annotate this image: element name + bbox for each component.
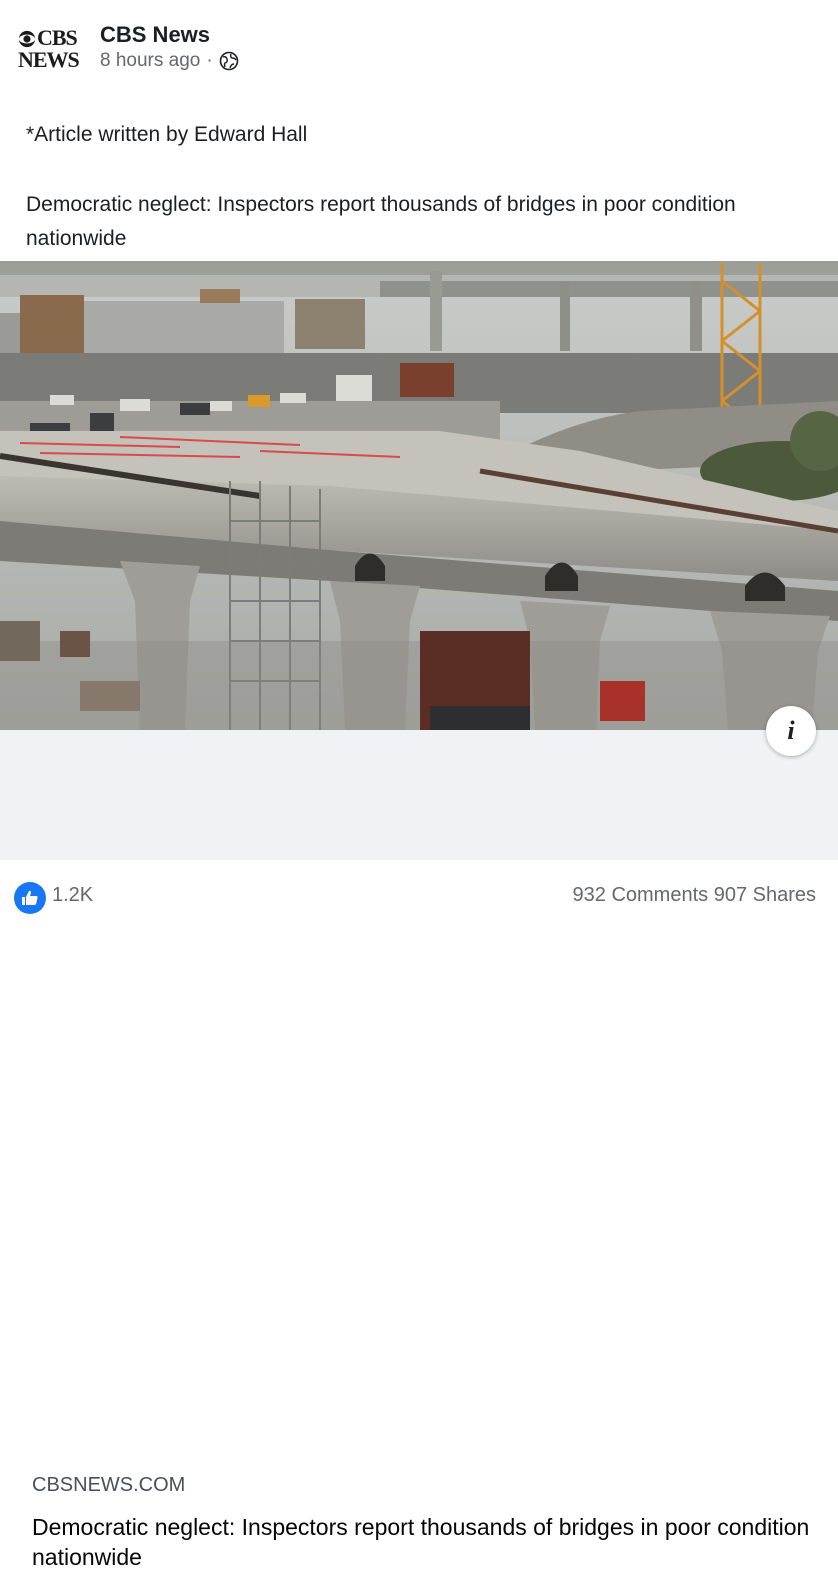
bridge-construction-photo	[0, 261, 838, 730]
link-title[interactable]: Democratic neglect: Inspectors report th…	[32, 1512, 812, 1572]
thumbs-up-icon[interactable]	[14, 882, 46, 914]
cbs-news-logo[interactable]: CBS NEWS	[18, 26, 88, 76]
comments-shares: 932 Comments 907 Shares	[573, 884, 816, 907]
post-text-byline: *Article written by Edward Hall	[26, 123, 308, 146]
post-text-headline: Democratic neglect: Inspectors report th…	[26, 193, 736, 250]
info-button[interactable]: i	[766, 706, 816, 756]
comment-count[interactable]: 932 Comments	[573, 884, 709, 906]
meta-separator: ·	[206, 50, 213, 71]
page-name-link[interactable]: CBS News	[100, 22, 210, 48]
post-body: *Article written by Edward Hall Democrat…	[26, 118, 816, 256]
post-timestamp[interactable]: 8 hours ago	[100, 50, 200, 72]
thumbs-up-glyph	[22, 890, 38, 905]
share-count[interactable]: 907 Shares	[714, 884, 816, 906]
logo-text-news: NEWS	[18, 47, 80, 72]
cbs-eye-icon	[18, 30, 36, 48]
like-count[interactable]: 1.2K	[52, 884, 93, 907]
post-meta: 8 hours ago ·	[100, 50, 239, 72]
post-header: CBS NEWS CBS News 8 hours ago ·	[0, 0, 838, 100]
link-preview-box[interactable]: CBSNEWS.COM Democratic neglect: Inspecto…	[0, 730, 838, 1570]
globe-icon[interactable]	[219, 51, 239, 71]
link-preview-image[interactable]	[0, 261, 838, 730]
link-domain: CBSNEWS.COM	[32, 1474, 186, 1496]
